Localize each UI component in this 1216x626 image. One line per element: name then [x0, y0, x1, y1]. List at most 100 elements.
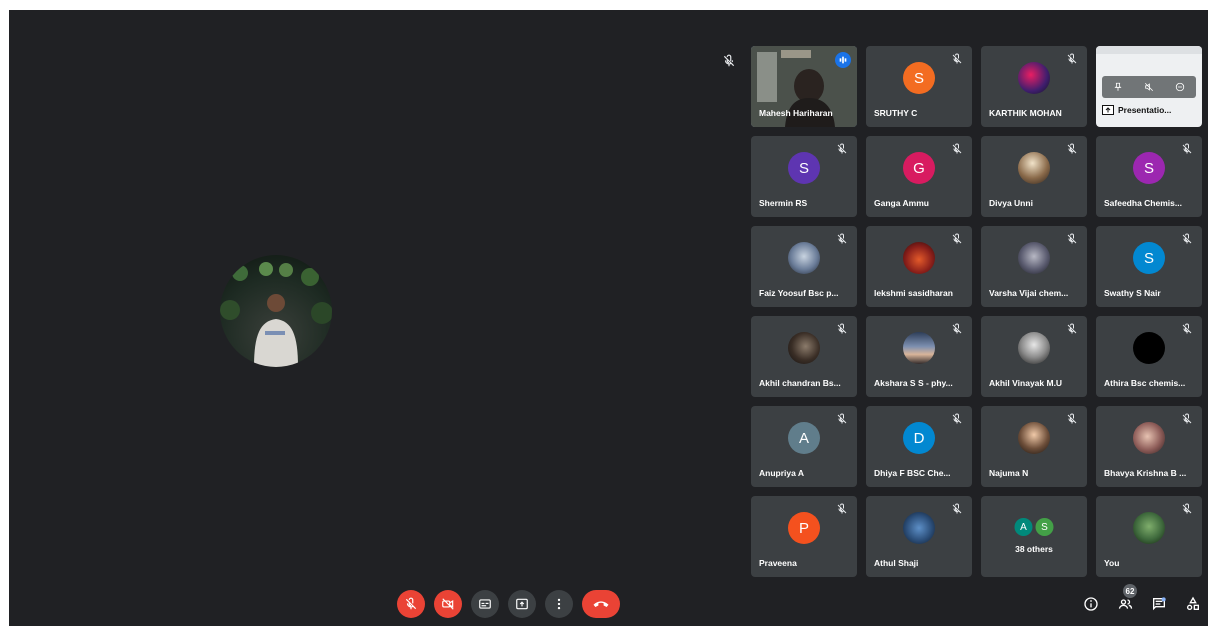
participant-name: Ganga Ammu — [874, 198, 929, 208]
participant-tile[interactable]: Akhil Vinayak M.U — [981, 316, 1087, 397]
speaking-indicator-icon — [835, 52, 851, 68]
participant-tile[interactable]: Divya Unni — [981, 136, 1087, 217]
avatar — [903, 332, 935, 364]
mic-off-icon — [837, 323, 847, 334]
participant-tile[interactable]: S Swathy S Nair — [1096, 226, 1202, 307]
participant-tile[interactable]: Athul Shaji — [866, 496, 972, 577]
participant-tile[interactable]: Athira Bsc chemis... — [1096, 316, 1202, 397]
participant-name: SRUTHY C — [874, 108, 918, 118]
presentation-label: Presentatio... — [1102, 103, 1198, 117]
participant-name: Akshara S S - phy... — [874, 378, 953, 388]
presentation-title: Presentatio... — [1118, 105, 1172, 115]
participant-tile[interactable]: Akshara S S - phy... — [866, 316, 972, 397]
mic-off-icon — [837, 503, 847, 514]
others-count-label: 38 others — [1015, 544, 1053, 554]
mute-presentation-icon[interactable] — [1144, 82, 1154, 92]
participant-name: Dhiya F BSC Che... — [874, 468, 951, 478]
mic-off-icon — [1182, 233, 1192, 244]
participant-name: Swathy S Nair — [1104, 288, 1161, 298]
main-self-avatar — [220, 255, 332, 367]
camera-off-icon — [442, 598, 454, 610]
mic-off-icon — [405, 597, 417, 610]
avatar: P — [788, 512, 820, 544]
participant-name: KARTHIK MOHAN — [989, 108, 1062, 118]
participant-tile[interactable]: Bhavya Krishna B ... — [1096, 406, 1202, 487]
participant-tile[interactable]: Mahesh Hariharan — [751, 46, 857, 127]
leave-call-button[interactable] — [582, 590, 620, 618]
participant-name: Athira Bsc chemis... — [1104, 378, 1186, 388]
participant-name: Akhil Vinayak M.U — [989, 378, 1063, 388]
avatar — [1018, 152, 1050, 184]
main-mic-off-icon — [723, 54, 735, 67]
others-avatars: AS — [1014, 518, 1054, 536]
present-screen-icon — [1102, 105, 1114, 115]
participant-tile[interactable]: G Ganga Ammu — [866, 136, 972, 217]
meeting-stage: Mahesh Hariharan S SRUTHY C KARTHIK MOHAN Pr… — [9, 10, 1208, 626]
participant-name: Faiz Yoosuf Bsc p... — [759, 288, 839, 298]
mic-off-icon — [1182, 503, 1192, 514]
participant-tile[interactable]: D Dhiya F BSC Che... — [866, 406, 972, 487]
pin-icon[interactable] — [1113, 82, 1123, 92]
people-button[interactable]: 62 — [1113, 584, 1137, 618]
activities-icon — [1187, 596, 1199, 610]
participant-tile[interactable]: A S 38 others — [981, 496, 1087, 577]
avatar — [1018, 242, 1050, 274]
activities-button[interactable] — [1181, 590, 1205, 618]
meeting-details-button[interactable] — [1079, 590, 1103, 618]
participant-tile[interactable]: S SRUTHY C — [866, 46, 972, 127]
participant-name: Bhavya Krishna B ... — [1104, 468, 1187, 478]
end-call-icon — [593, 601, 609, 607]
avatar: A — [1014, 518, 1033, 536]
mic-toggle-button[interactable] — [397, 590, 425, 618]
participant-name: lekshmi sasidharan — [874, 288, 953, 298]
avatar — [903, 242, 935, 274]
remove-icon[interactable] — [1175, 82, 1185, 92]
mic-off-icon — [952, 503, 962, 514]
mic-off-icon — [837, 413, 847, 424]
avatar — [1018, 422, 1050, 454]
participant-tile[interactable]: S Safeedha Chemis... — [1096, 136, 1202, 217]
participant-tile[interactable]: Faiz Yoosuf Bsc p... — [751, 226, 857, 307]
avatar — [1133, 422, 1165, 454]
more-vert-icon — [557, 598, 561, 610]
call-controls — [397, 590, 620, 618]
participant-tile[interactable]: S Shermin RS — [751, 136, 857, 217]
participant-name: Divya Unni — [989, 198, 1033, 208]
avatar: S — [1133, 242, 1165, 274]
participant-tile[interactable]: Presentatio... — [1096, 46, 1202, 127]
participant-name: Shermin RS — [759, 198, 808, 208]
participant-tile[interactable]: A Anupriya A — [751, 406, 857, 487]
avatar: A — [788, 422, 820, 454]
meeting-side-controls: 62 — [1079, 584, 1205, 618]
mic-off-icon — [1067, 233, 1077, 244]
avatar: S — [788, 152, 820, 184]
participant-tile[interactable]: You — [1096, 496, 1202, 577]
participant-name: Najuma N — [989, 468, 1029, 478]
participant-tile[interactable]: Akhil chandran Bs... — [751, 316, 857, 397]
participant-name: Anupriya A — [759, 468, 805, 478]
camera-toggle-button[interactable] — [434, 590, 462, 618]
participant-tile[interactable]: P Praveena — [751, 496, 857, 577]
present-screen-icon — [516, 598, 528, 610]
avatar — [1018, 62, 1050, 94]
more-options-button[interactable] — [545, 590, 573, 618]
mic-off-icon — [1067, 323, 1077, 334]
mic-off-icon — [1182, 143, 1192, 154]
mic-off-icon — [1182, 413, 1192, 424]
chat-button[interactable] — [1147, 590, 1171, 618]
mic-off-icon — [837, 143, 847, 154]
mic-off-icon — [1067, 413, 1077, 424]
present-screen-button[interactable] — [508, 590, 536, 618]
participant-name: You — [1104, 558, 1120, 568]
avatar: S — [1133, 152, 1165, 184]
participant-tile[interactable]: KARTHIK MOHAN — [981, 46, 1087, 127]
captions-button[interactable] — [471, 590, 499, 618]
people-icon — [1118, 599, 1132, 609]
participant-tile[interactable]: lekshmi sasidharan — [866, 226, 972, 307]
participant-tile[interactable]: Najuma N — [981, 406, 1087, 487]
participant-tile[interactable]: Varsha Vijai chem... — [981, 226, 1087, 307]
avatar: S — [1035, 518, 1054, 536]
presentation-controls — [1102, 76, 1196, 98]
participant-name: Mahesh Hariharan — [759, 108, 833, 118]
participant-name: Akhil chandran Bs... — [759, 378, 841, 388]
